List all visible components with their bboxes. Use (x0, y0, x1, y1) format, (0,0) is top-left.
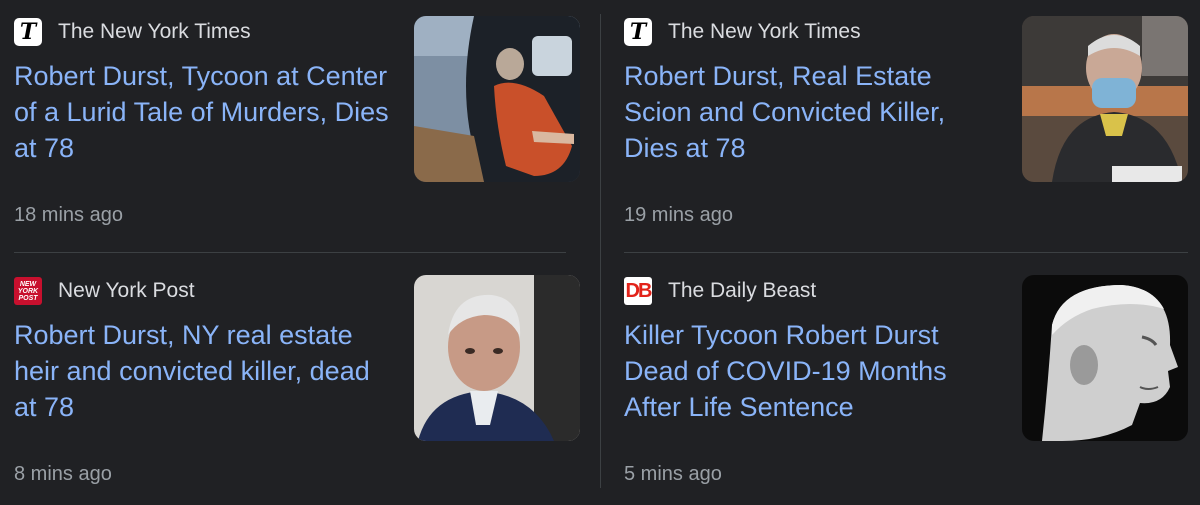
news-card-4[interactable]: DB The Daily Beast Killer Tycoon Robert … (624, 275, 1190, 505)
nyt-logo-icon: T (624, 18, 652, 46)
news-card-2[interactable]: T The New York Times Robert Durst, Real … (624, 16, 1190, 246)
dailybeast-logo-icon: DB (624, 277, 652, 305)
column-divider (600, 14, 601, 488)
nypost-logo-icon: NEW YORK POST (14, 277, 42, 305)
headline-link[interactable]: Robert Durst, Tycoon at Center of a Luri… (14, 58, 394, 166)
headline-link[interactable]: Robert Durst, Real Estate Scion and Conv… (624, 58, 1004, 166)
source-name: The Daily Beast (668, 279, 817, 302)
headline-link[interactable]: Robert Durst, NY real estate heir and co… (14, 317, 394, 425)
timestamp: 5 mins ago (624, 463, 722, 485)
nyt-logo-icon: T (14, 18, 42, 46)
durst-in-car-thumbnail[interactable] (414, 16, 580, 182)
durst-portrait-thumbnail[interactable] (414, 275, 580, 441)
news-source: NEW YORK POST New York Post (14, 277, 195, 305)
timestamp: 18 mins ago (14, 204, 123, 226)
durst-profile-illustration-thumbnail[interactable] (1022, 275, 1188, 441)
news-card-3[interactable]: NEW YORK POST New York Post Robert Durst… (14, 275, 580, 505)
news-grid: T The New York Times Robert Durst, Tycoo… (0, 0, 1200, 498)
news-source: DB The Daily Beast (624, 277, 816, 305)
source-name: The New York Times (668, 20, 861, 43)
timestamp: 8 mins ago (14, 463, 112, 485)
source-name: The New York Times (58, 20, 251, 43)
news-source: T The New York Times (624, 18, 861, 46)
row-divider-right (624, 252, 1188, 253)
timestamp: 19 mins ago (624, 204, 733, 226)
row-divider-left (14, 252, 566, 253)
news-card-1[interactable]: T The New York Times Robert Durst, Tycoo… (14, 16, 580, 246)
news-source: T The New York Times (14, 18, 251, 46)
headline-link[interactable]: Killer Tycoon Robert Durst Dead of COVID… (624, 317, 1004, 425)
source-name: New York Post (58, 279, 195, 302)
durst-masked-in-court-thumbnail[interactable] (1022, 16, 1188, 182)
